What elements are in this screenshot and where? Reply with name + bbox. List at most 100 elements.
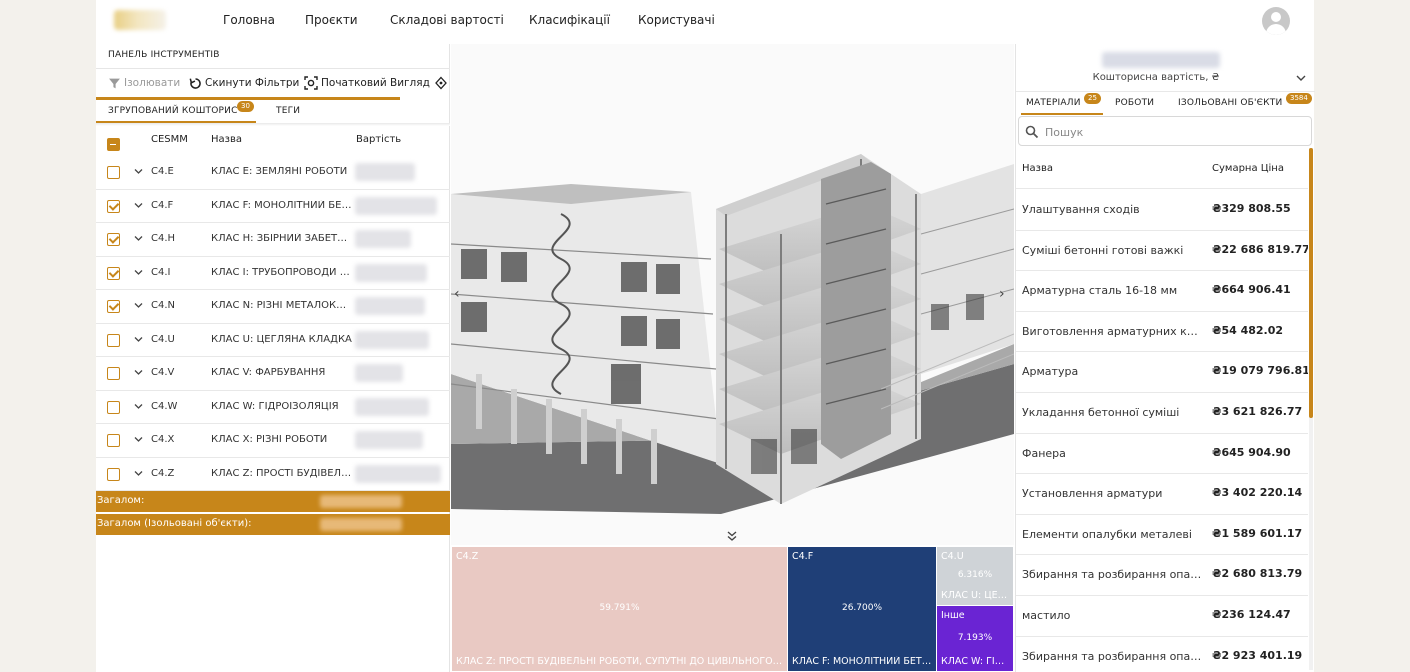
- table-row[interactable]: C4.W КЛАС W: ГІДРОІЗОЛЯЦІЯ: [96, 391, 450, 424]
- row-checkbox[interactable]: [107, 333, 120, 347]
- material-price: ₴645 904.90: [1212, 445, 1291, 459]
- row-checkbox[interactable]: [107, 367, 120, 380]
- rotate-view-button[interactable]: [433, 74, 449, 92]
- material-price: ₴329 808.55: [1212, 202, 1291, 215]
- cost-treemap: C4.Z 59.791% КЛАС Z: ПРОСТІ БУДІВЕЛЬНІ Р…: [451, 546, 1014, 672]
- row-cost: [355, 431, 423, 449]
- list-item[interactable]: Збирання та розбирання опалубки ₴2 923 40…: [1016, 637, 1308, 672]
- chevron-down-icon[interactable]: [134, 235, 143, 242]
- row-cost: [355, 297, 425, 315]
- chevron-down-icon[interactable]: [1296, 74, 1306, 82]
- list-item[interactable]: Улаштування сходів ₴329 808.55: [1016, 190, 1308, 231]
- chevron-down-icon[interactable]: [134, 202, 143, 209]
- logo[interactable]: [114, 10, 166, 30]
- table-row[interactable]: C4.Z КЛАС Z: ПРОСТІ БУДІВЕЛЬНІ РОБОТИ: [96, 458, 450, 491]
- isolate-button[interactable]: Ізолювати: [108, 74, 180, 92]
- list-item[interactable]: Укладання бетонної суміші ₴3 621 826.77: [1016, 393, 1308, 434]
- list-item[interactable]: Виготовлення арматурних каркасів ₴54 482.…: [1016, 312, 1308, 353]
- total-isolated-row: Загалом (Ізольовані об'єкти):: [96, 514, 450, 535]
- materials-search: [1018, 116, 1312, 146]
- tab-works[interactable]: РОБОТИ: [1115, 98, 1154, 108]
- table-row[interactable]: C4.U КЛАС U: ЦЕГЛЯНА КЛАДКА: [96, 324, 450, 357]
- user-avatar-icon[interactable]: [1262, 7, 1290, 35]
- material-price: ₴1 589 601.17: [1212, 526, 1303, 540]
- row-checkbox[interactable]: [107, 467, 120, 481]
- row-code: C4.W: [151, 400, 178, 412]
- tab-materials[interactable]: МАТЕРІАЛИ: [1026, 98, 1081, 108]
- list-item[interactable]: Установлення арматури ₴3 402 220.14: [1016, 474, 1308, 515]
- total-row: Загалом:: [96, 491, 450, 512]
- row-name: КЛАС U: ЦЕГЛЯНА КЛАДКА: [211, 333, 352, 345]
- row-code: C4.F: [151, 199, 174, 211]
- row-checkbox[interactable]: [107, 400, 120, 414]
- row-checkbox[interactable]: [107, 199, 120, 213]
- treemap-cell-code: C4.F: [792, 551, 814, 562]
- tab-tags[interactable]: ТЕГИ: [276, 106, 300, 116]
- row-checkbox[interactable]: [107, 233, 120, 246]
- material-name: Збирання та розбирання опалубки: [1022, 649, 1202, 663]
- nav-classifications[interactable]: Класифікації: [529, 13, 610, 27]
- search-input[interactable]: [1045, 123, 1305, 141]
- chevron-down-icon[interactable]: [134, 168, 143, 175]
- row-checkbox[interactable]: [107, 266, 120, 280]
- tab-isolated-objects[interactable]: ІЗОЛЬОВАНІ ОБ'ЄКТИ: [1178, 98, 1282, 108]
- table-row[interactable]: C4.I КЛАС I: ТРУБОПРОВОДИ ТА ІНШЕ: [96, 257, 450, 290]
- model-viewer[interactable]: ‹ ›: [451, 44, 1014, 545]
- row-checkbox[interactable]: [107, 300, 120, 313]
- material-price: ₴3 621 826.77: [1212, 405, 1303, 418]
- treemap-cell-c4u[interactable]: C4.U 6.316% КЛАС U: ЦЕГЛЯНА КЛАДКА: [936, 546, 1014, 606]
- list-item[interactable]: Арматура ₴19 079 796.81: [1016, 352, 1308, 393]
- row-checkbox[interactable]: [107, 166, 120, 179]
- chevron-down-icon[interactable]: [134, 302, 143, 309]
- material-name: мастило: [1022, 609, 1071, 622]
- table-row[interactable]: C4.F КЛАС F: МОНОЛІТНИЙ БЕТОН: [96, 190, 450, 223]
- list-item[interactable]: Суміші бетонні готові важкі ₴22 686 819.7…: [1016, 231, 1308, 272]
- material-name: Укладання бетонної суміші: [1022, 406, 1180, 419]
- initial-view-button[interactable]: Початковий Вигляд: [304, 74, 430, 92]
- list-item[interactable]: мастило ₴236 124.47: [1016, 596, 1308, 637]
- collapse-down-icon[interactable]: [726, 530, 738, 542]
- list-item[interactable]: Збирання та розбирання опалубки ₴2 680 81…: [1016, 555, 1308, 596]
- table-row[interactable]: C4.E КЛАС E: ЗЕМЛЯНІ РОБОТИ: [96, 156, 450, 190]
- chevron-down-icon[interactable]: [134, 369, 143, 376]
- materials-scrollbar-thumb[interactable]: [1309, 148, 1313, 418]
- treemap-cell-label: КЛАС U: ЦЕГЛЯНА КЛАДКА: [941, 590, 1009, 601]
- table-row[interactable]: C4.X КЛАС X: РІЗНІ РОБОТИ: [96, 424, 450, 458]
- nav-cost-components[interactable]: Складові вартості: [390, 13, 504, 27]
- list-item[interactable]: Фанера ₴645 904.90: [1016, 434, 1308, 475]
- materials-table-body: Улаштування сходів ₴329 808.55 Суміші бето…: [1016, 190, 1308, 672]
- table-row[interactable]: C4.H КЛАС H: ЗБІРНИЙ ЗАБЕТОНОВАНИЙ: [96, 223, 450, 257]
- row-code: C4.I: [151, 266, 171, 278]
- table-row[interactable]: C4.V КЛАС V: ФАРБУВАННЯ: [96, 357, 450, 391]
- nav-projects[interactable]: Проєкти: [305, 13, 358, 27]
- chevron-down-icon[interactable]: [134, 269, 143, 276]
- list-item[interactable]: Арматурна сталь 16-18 мм ₴664 906.41: [1016, 271, 1308, 312]
- material-name: Арматура: [1022, 365, 1079, 379]
- treemap-cell-percent: 59.791%: [599, 603, 640, 613]
- chevron-down-icon[interactable]: [134, 336, 143, 343]
- estimate-total-value: [1102, 52, 1220, 68]
- row-code: C4.H: [151, 233, 176, 244]
- right-panel: Кошторисна вартість, ₴ МАТЕРІАЛИ 25 РОБО…: [1015, 44, 1315, 672]
- row-cost: [355, 230, 411, 248]
- treemap-cell-c4z[interactable]: C4.Z 59.791% КЛАС Z: ПРОСТІ БУДІВЕЛЬНІ Р…: [451, 546, 788, 672]
- chevron-down-icon[interactable]: [134, 436, 143, 443]
- list-item[interactable]: Елементи опалубки металеві ₴1 589 601.17: [1016, 515, 1308, 556]
- isolate-label: Ізолювати: [124, 77, 181, 89]
- treemap-cell-other[interactable]: Інше 7.193% КЛАС W: ГІДРОІЗОЛЯЦІЯ: [936, 605, 1014, 672]
- chevron-down-icon[interactable]: [134, 470, 143, 477]
- chevron-down-icon[interactable]: [134, 403, 143, 410]
- nav-users[interactable]: Користувачі: [638, 13, 715, 27]
- material-price: ₴22 686 819.77: [1212, 242, 1308, 256]
- treemap-cell-c4f[interactable]: C4.F 26.700% КЛАС F: МОНОЛІТНИЙ БЕТОН: [787, 546, 937, 672]
- reset-filters-button[interactable]: Скинути Фільтри: [189, 74, 299, 92]
- viewer-prev-icon[interactable]: ‹: [454, 286, 460, 302]
- reset-icon: [189, 77, 201, 89]
- material-name: Арматурна сталь 16-18 мм: [1022, 284, 1178, 298]
- row-checkbox[interactable]: [107, 434, 120, 447]
- top-navigation: Головна Проєкти Складові вартості Класиф…: [96, 0, 1314, 42]
- tab-grouped-estimate[interactable]: ЗГРУПОВАНИЙ КОШТОРИС: [108, 106, 238, 116]
- table-row[interactable]: C4.N КЛАС N: РІЗНІ МЕТАЛОКОНСТРУКЦІЇ: [96, 290, 450, 324]
- nav-home[interactable]: Головна: [223, 13, 275, 27]
- viewer-next-icon[interactable]: ›: [999, 286, 1005, 302]
